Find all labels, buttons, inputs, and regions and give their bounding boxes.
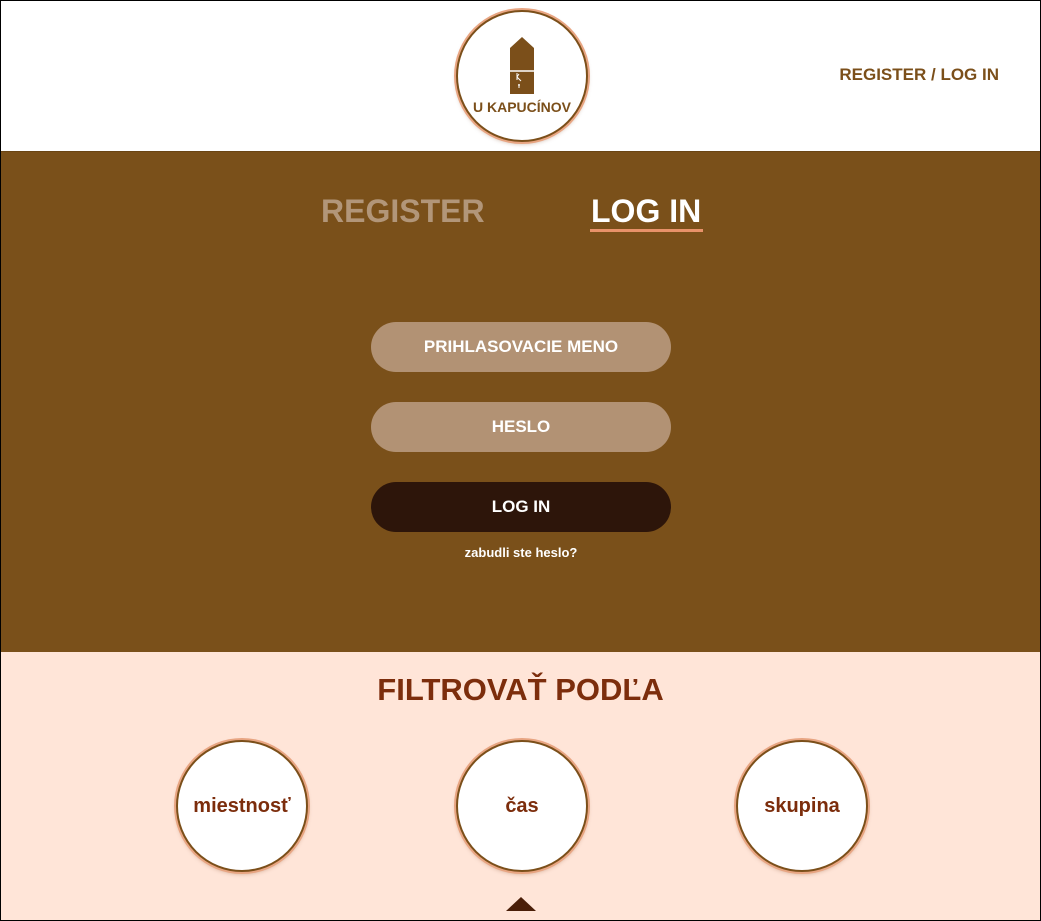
forgot-password-link[interactable]: zabudli ste heslo?	[371, 545, 671, 560]
header: U KAPUCÍNOV REGISTER / LOG IN	[1, 1, 1040, 151]
up-arrow-icon[interactable]	[506, 897, 536, 911]
filter-option-room[interactable]: miestnosť	[176, 740, 308, 872]
tab-login[interactable]: LOG IN	[591, 193, 701, 230]
auth-section: REGISTER LOG IN LOG IN zabudli ste heslo…	[1, 151, 1040, 652]
active-tab-indicator	[590, 229, 703, 232]
login-button[interactable]: LOG IN	[371, 482, 671, 532]
filter-title: FILTROVAŤ PODĽA	[377, 672, 664, 707]
page-frame: U KAPUCÍNOV REGISTER / LOG IN REGISTER L…	[0, 0, 1041, 921]
password-input[interactable]	[371, 402, 671, 452]
register-login-link[interactable]: REGISTER / LOG IN	[839, 65, 999, 85]
username-input[interactable]	[371, 322, 671, 372]
filter-option-group[interactable]: skupina	[736, 740, 868, 872]
logo[interactable]: U KAPUCÍNOV	[456, 10, 588, 142]
filter-option-label: miestnosť	[193, 794, 291, 817]
login-button-label: LOG IN	[491, 497, 551, 516]
filter-option-label: čas	[505, 794, 539, 817]
filter-option-time[interactable]: čas	[456, 740, 588, 872]
logo-text: U KAPUCÍNOV	[472, 99, 571, 115]
filter-option-label: skupina	[764, 794, 840, 817]
filter-section: FILTROVAŤ PODĽA miestnosť čas skupina	[1, 652, 1040, 920]
tab-register[interactable]: REGISTER	[321, 193, 485, 230]
house-door-icon	[510, 37, 534, 94]
